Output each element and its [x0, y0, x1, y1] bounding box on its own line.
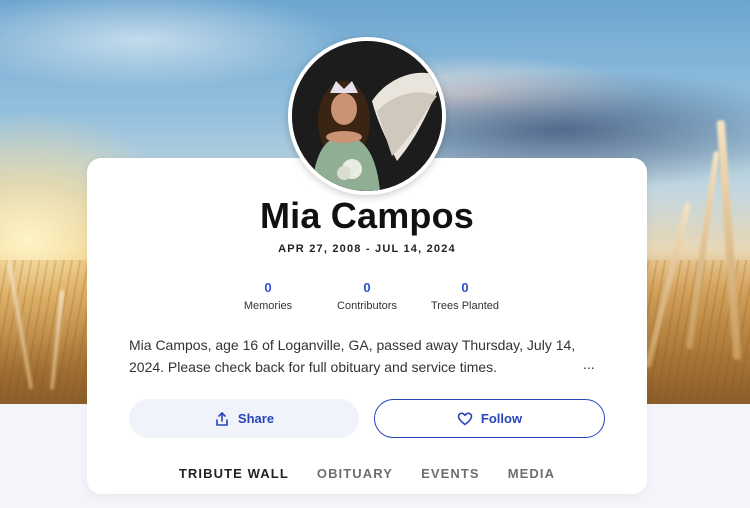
avatar[interactable] [288, 37, 446, 195]
tab-media[interactable]: MEDIA [508, 466, 555, 481]
follow-button[interactable]: Follow [374, 399, 605, 438]
read-more-ellipsis[interactable]: ... [583, 356, 595, 372]
tab-events[interactable]: EVENTS [421, 466, 480, 481]
life-dates: APR 27, 2008 - JUL 14, 2024 [278, 243, 456, 255]
stat-trees-planted[interactable]: 0 Trees Planted [405, 280, 525, 312]
heart-icon [457, 411, 473, 427]
share-label: Share [237, 411, 275, 426]
share-upload-icon [214, 411, 230, 427]
follow-label: Follow [480, 411, 523, 426]
avatar-photo [292, 41, 442, 191]
stat-label: Trees Planted [430, 300, 500, 312]
profile-tabs: TRIBUTE WALL OBITUARY EVENTS MEDIA [87, 466, 647, 481]
obituary-summary: Mia Campos, age 16 of Loganville, GA, pa… [129, 337, 576, 375]
tab-tribute-wall[interactable]: TRIBUTE WALL [179, 466, 289, 481]
profile-name: Mia Campos [259, 195, 475, 236]
stat-value: 0 [461, 280, 469, 295]
tab-obituary[interactable]: OBITUARY [317, 466, 393, 481]
share-button[interactable]: Share [129, 399, 359, 438]
